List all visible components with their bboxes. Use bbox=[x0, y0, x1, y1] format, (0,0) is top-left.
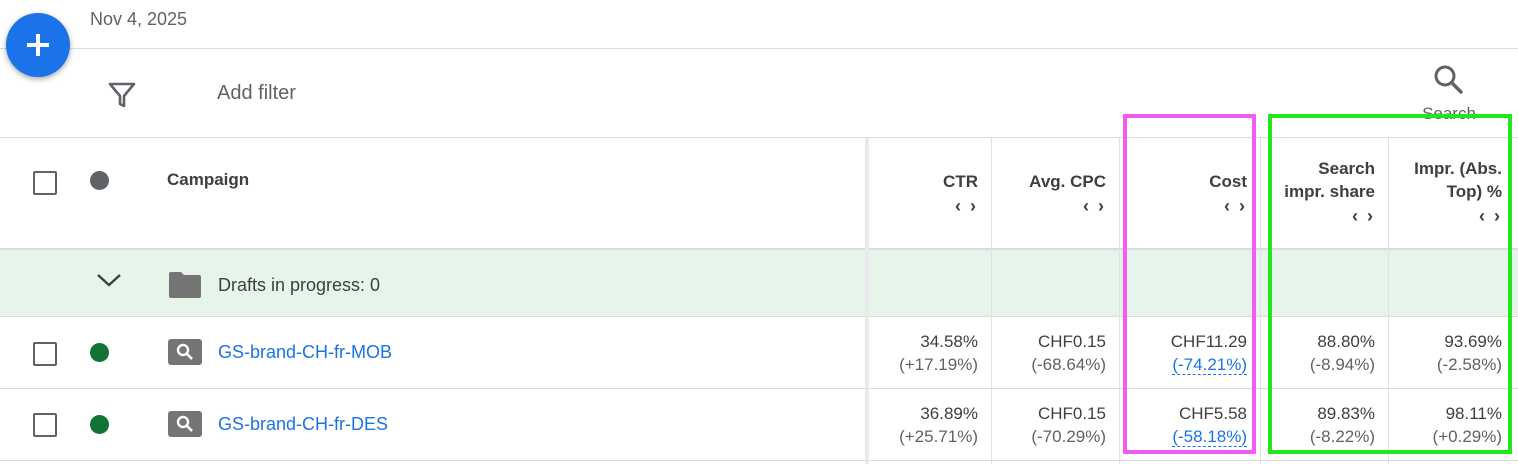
column-header-ctr[interactable]: CTR bbox=[880, 170, 978, 193]
plus-icon bbox=[27, 34, 49, 56]
column-separator bbox=[1260, 138, 1261, 464]
avg-cpc-value: CHF0.15 bbox=[1037, 404, 1106, 423]
chevron-down-icon[interactable] bbox=[95, 270, 123, 290]
avg-cpc-change: (-70.29%) bbox=[1031, 427, 1106, 446]
folder-icon bbox=[169, 272, 201, 298]
row-checkbox[interactable] bbox=[33, 413, 57, 437]
highlight-box-cost bbox=[1123, 114, 1256, 454]
divider bbox=[0, 48, 1518, 49]
ctr-cell: 34.58% (+17.19%) bbox=[870, 330, 978, 376]
ctr-change: (+17.19%) bbox=[899, 355, 978, 374]
status-enabled-icon bbox=[90, 343, 109, 362]
sort-icon[interactable]: ‹ › bbox=[880, 196, 978, 217]
campaign-link[interactable]: GS-brand-CH-fr-MOB bbox=[218, 342, 392, 363]
campaign-link[interactable]: GS-brand-CH-fr-DES bbox=[218, 414, 388, 435]
avg-cpc-change: (-68.64%) bbox=[1031, 355, 1106, 374]
select-all-checkbox[interactable] bbox=[33, 171, 57, 195]
ctr-value: 36.89% bbox=[920, 404, 978, 423]
column-header-campaign[interactable]: Campaign bbox=[167, 168, 249, 191]
drafts-label: Drafts in progress: 0 bbox=[218, 275, 381, 295]
ctr-cell: 36.89% (+25.71%) bbox=[870, 402, 978, 448]
add-filter-button[interactable]: Add filter bbox=[217, 82, 296, 105]
ctr-value: 34.58% bbox=[920, 332, 978, 351]
row-checkbox[interactable] bbox=[33, 342, 57, 366]
column-separator bbox=[865, 138, 869, 464]
column-separator bbox=[1119, 138, 1120, 464]
search-campaign-icon bbox=[168, 411, 202, 437]
highlight-box-impression-share bbox=[1268, 114, 1512, 454]
ctr-change: (+25.71%) bbox=[899, 427, 978, 446]
column-header-avg-cpc[interactable]: Avg. CPC bbox=[995, 170, 1106, 193]
sort-icon[interactable]: ‹ › bbox=[995, 196, 1106, 217]
column-separator bbox=[991, 138, 992, 464]
avg-cpc-value: CHF0.15 bbox=[1037, 332, 1106, 351]
date-range-label[interactable]: Nov 4, 2025 bbox=[90, 9, 187, 30]
status-enabled-icon bbox=[90, 415, 109, 434]
status-column-icon bbox=[90, 171, 109, 190]
filter-icon[interactable] bbox=[106, 79, 138, 111]
search-icon[interactable] bbox=[1431, 62, 1465, 96]
search-campaign-icon bbox=[168, 339, 202, 365]
avg-cpc-cell: CHF0.15 (-70.29%) bbox=[995, 402, 1106, 448]
create-button[interactable] bbox=[6, 13, 70, 77]
avg-cpc-cell: CHF0.15 (-68.64%) bbox=[995, 330, 1106, 376]
divider bbox=[0, 460, 1518, 461]
